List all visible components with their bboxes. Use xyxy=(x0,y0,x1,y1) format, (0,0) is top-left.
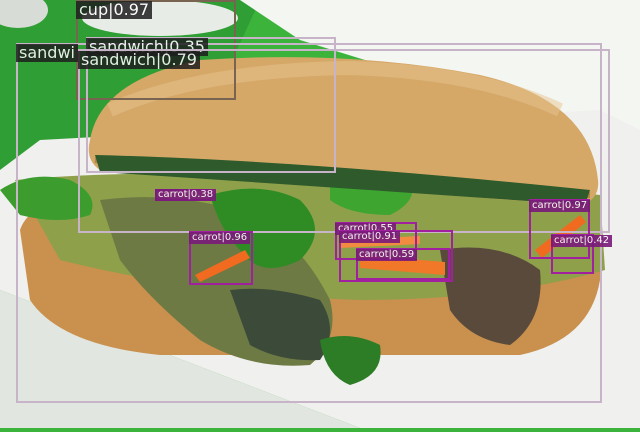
detection-label-carrot: carrot|0.42 xyxy=(551,235,613,247)
detection-label-carrot: carrot|0.91 xyxy=(339,231,401,243)
detection-label-carrot: carrot|0.97 xyxy=(529,200,591,212)
detection-label-carrot: carrot|0.38 xyxy=(155,189,217,201)
detection-label-carrot: carrot|0.59 xyxy=(356,249,418,261)
detection-label-sandwich: sandwich|0.79 xyxy=(78,51,200,69)
detection-label-carrot: carrot|0.96 xyxy=(189,232,251,244)
detection-label-cup: cup|0.97 xyxy=(76,1,153,19)
detection-label-sandwich: sandwi xyxy=(16,44,78,62)
